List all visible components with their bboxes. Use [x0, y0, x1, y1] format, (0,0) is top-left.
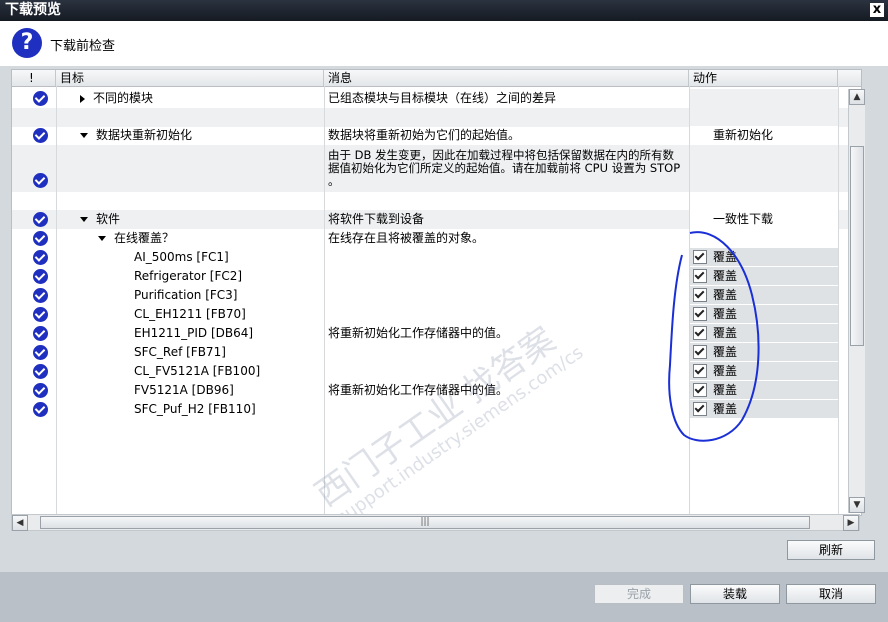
row-target: 不同的模块	[93, 91, 154, 105]
row-target: SFC_Ref [FB71]	[134, 345, 226, 359]
row-target: AI_500ms [FC1]	[134, 250, 229, 264]
table-row-spacer	[12, 108, 861, 127]
expand-down-icon[interactable]	[98, 236, 106, 241]
row-message: 数据块将重新初始为它们的起始值。	[328, 128, 521, 142]
table-row[interactable]: 不同的模块 已组态模块与目标模块（在线）之间的差异	[12, 89, 861, 108]
row-target: FV5121A [DB96]	[134, 383, 234, 397]
expand-down-icon[interactable]	[80, 217, 88, 222]
row-message: 将软件下载到设备	[328, 212, 425, 226]
table-row-spacer	[12, 192, 861, 211]
row-target: 数据块重新初始化	[96, 128, 193, 142]
row-target: 软件	[96, 212, 121, 226]
column-header: ! 目标 消息 动作	[12, 70, 861, 87]
check-icon	[33, 326, 48, 341]
refresh-button[interactable]: 刷新	[787, 540, 875, 560]
row-target: CL_EH1211 [FB70]	[134, 307, 246, 321]
table-row: 由于 DB 发生变更，因此在加载过程中将包括保留数据在内的所有数 据值初始化为它…	[12, 145, 861, 192]
scroll-down-icon[interactable]: ▼	[849, 497, 865, 513]
row-action	[689, 89, 838, 108]
column-status[interactable]: !	[12, 70, 56, 86]
horizontal-scrollbar[interactable]: ◀ ||| ▶	[11, 514, 860, 531]
horizontal-scroll-thumb[interactable]: |||	[40, 516, 810, 529]
question-icon: ?	[12, 28, 42, 58]
download-preview-table: ! 目标 消息 动作 不同的模块 已组态模块与目标模块（在线）之间的差异 数据块…	[11, 69, 862, 516]
check-icon	[33, 383, 48, 398]
scroll-up-icon[interactable]: ▲	[849, 89, 865, 105]
expand-right-icon[interactable]	[80, 94, 85, 103]
check-icon	[33, 91, 48, 106]
window-title: 下载预览	[5, 2, 61, 18]
check-icon	[33, 128, 48, 143]
expand-down-icon[interactable]	[80, 133, 88, 138]
check-icon	[33, 212, 48, 227]
table-row[interactable]: 数据块重新初始化 数据块将重新初始为它们的起始值。 重新初始化	[12, 126, 861, 145]
row-target: EH1211_PID [DB64]	[134, 326, 254, 340]
row-message: 将重新初始化工作存储器中的值。	[328, 383, 509, 397]
check-icon	[33, 288, 48, 303]
row-message: 将重新初始化工作存储器中的值。	[328, 326, 509, 340]
close-icon[interactable]: x	[870, 3, 884, 17]
cancel-button[interactable]: 取消	[786, 584, 876, 604]
column-target[interactable]: 目标	[56, 70, 324, 86]
scroll-right-icon[interactable]: ▶	[843, 515, 859, 531]
check-icon	[33, 402, 48, 417]
check-icon	[33, 364, 48, 379]
row-target: 在线覆盖？	[114, 231, 175, 245]
vertical-scroll-thumb[interactable]	[850, 146, 864, 346]
dialog-header: ? 下载前检查	[0, 21, 888, 66]
column-divider	[838, 86, 839, 515]
action-dropdown[interactable]: 重新初始化	[689, 126, 838, 145]
header-label: 下载前检查	[50, 39, 116, 54]
row-message-multiline: 由于 DB 发生变更，因此在加载过程中将包括保留数据在内的所有数 据值初始化为它…	[328, 148, 681, 188]
check-icon	[33, 345, 48, 360]
column-divider	[56, 86, 57, 515]
check-icon	[33, 269, 48, 284]
row-message: 在线存在且将被覆盖的对象。	[328, 231, 485, 245]
hand-drawn-circle-annotation	[668, 231, 760, 442]
check-icon	[33, 173, 48, 188]
column-action[interactable]: 动作	[689, 70, 838, 86]
row-message: 已组态模块与目标模块（在线）之间的差异	[328, 91, 557, 105]
column-message[interactable]: 消息	[324, 70, 689, 86]
check-icon	[33, 307, 48, 322]
load-button[interactable]: 装载	[690, 584, 780, 604]
scroll-left-icon[interactable]: ◀	[12, 515, 28, 531]
row-target: Purification [FC3]	[134, 288, 238, 302]
row-target: Refrigerator [FC2]	[134, 269, 243, 283]
finish-button[interactable]: 完成	[594, 584, 684, 604]
row-target: SFC_Puf_H2 [FB110]	[134, 402, 256, 416]
dialog-footer: 完成 装载 取消	[0, 572, 888, 622]
title-bar: 下载预览 x	[0, 0, 888, 21]
vertical-scrollbar[interactable]: ▲ ▼	[848, 89, 865, 513]
column-divider	[324, 86, 325, 515]
check-icon	[33, 250, 48, 265]
row-target: CL_FV5121A [FB100]	[134, 364, 261, 378]
check-icon	[33, 231, 48, 246]
